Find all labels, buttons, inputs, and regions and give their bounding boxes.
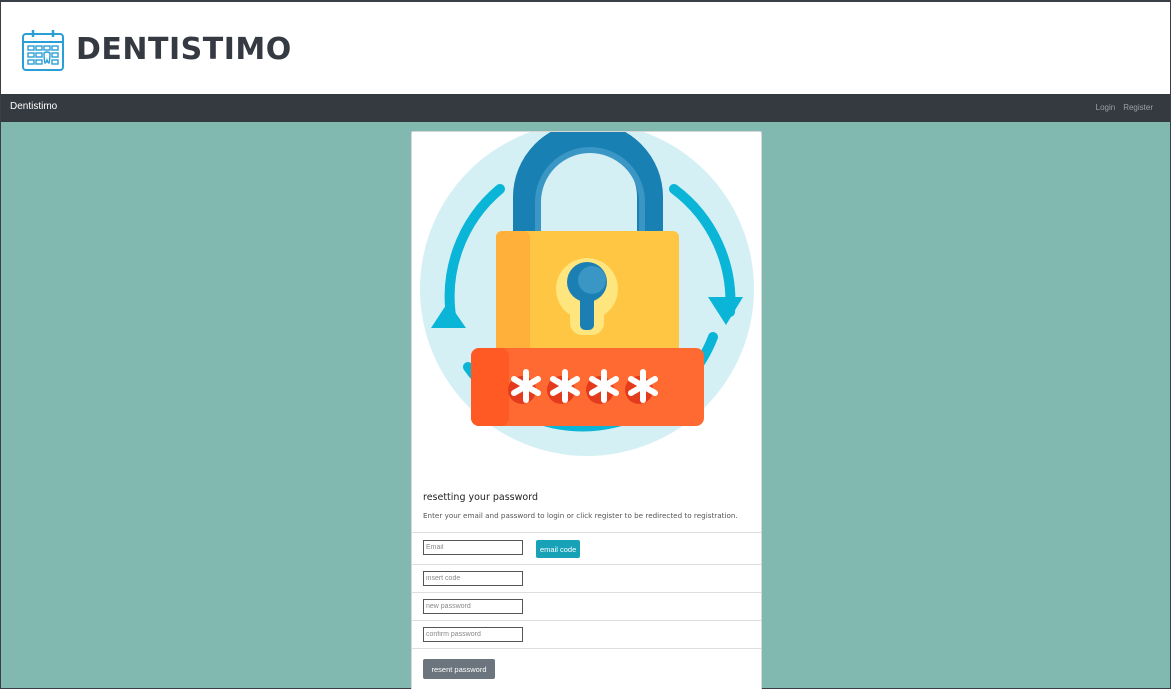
calendar-tooth-icon <box>22 30 64 71</box>
email-row: email code <box>412 532 761 564</box>
card-title: resetting your password <box>423 492 538 503</box>
code-row <box>412 564 761 592</box>
padlock-reset-icon <box>420 132 754 456</box>
navbar-brand[interactable]: Dentistimo <box>10 101 57 112</box>
email-code-button[interactable]: email code <box>536 540 581 558</box>
navbar: Dentistimo Login Register <box>1 94 1170 122</box>
confirm-password-row <box>412 620 761 648</box>
email-input[interactable] <box>423 540 523 555</box>
new-password-input[interactable] <box>423 599 523 614</box>
reset-password-card: resetting your password Enter your email… <box>411 131 762 689</box>
confirm-password-input[interactable] <box>423 627 523 642</box>
nav-links: Login Register <box>1096 103 1153 112</box>
nav-register-link[interactable]: Register <box>1123 103 1153 112</box>
logo-text: DENTISTIMO <box>76 32 292 67</box>
nav-login-link[interactable]: Login <box>1096 103 1116 112</box>
code-input[interactable] <box>423 571 523 586</box>
top-header: DENTISTIMO <box>1 1 1170 94</box>
card-description: Enter your email and password to login o… <box>423 511 738 520</box>
reset-row: resent password <box>412 648 761 689</box>
new-password-row <box>412 592 761 620</box>
reset-password-button[interactable]: resent password <box>423 659 495 679</box>
